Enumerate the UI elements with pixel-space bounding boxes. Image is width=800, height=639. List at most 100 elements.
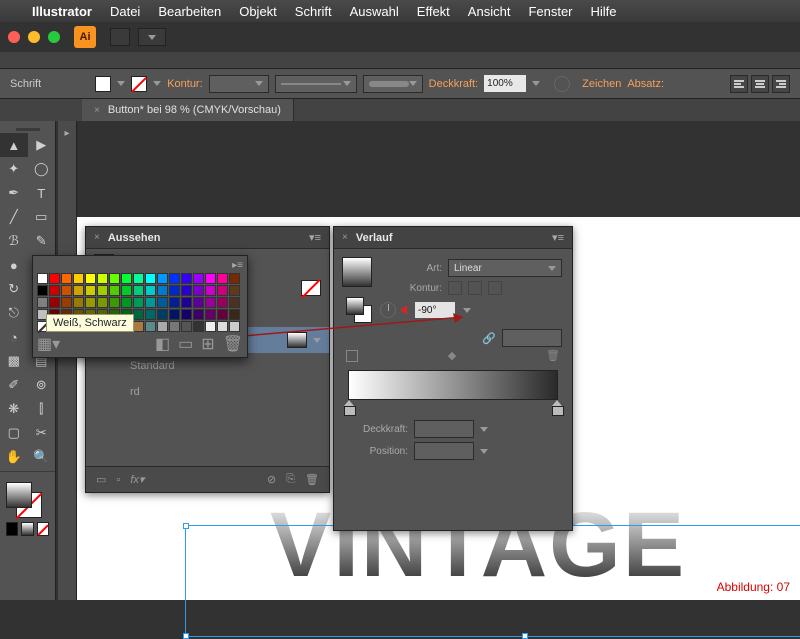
flaeche-swatch[interactable]	[287, 332, 307, 348]
swatch-cell[interactable]	[97, 297, 108, 308]
swatch-cell[interactable]	[157, 309, 168, 320]
swatch-cell[interactable]	[229, 297, 240, 308]
panel-menu-icon-2[interactable]: ▾≡	[552, 231, 564, 244]
swatch-cell[interactable]	[109, 273, 120, 284]
swatch-cell[interactable]	[193, 285, 204, 296]
slice-tool[interactable]: ✂	[28, 421, 56, 445]
swatch-cell[interactable]	[37, 285, 48, 296]
swatch-cell[interactable]	[37, 273, 48, 284]
new-group-button[interactable]: ▭	[178, 334, 193, 354]
align-center-button[interactable]	[751, 75, 769, 93]
new-swatch-button[interactable]: ⊞	[201, 334, 214, 354]
stroke-grad-btn-1[interactable]	[448, 281, 462, 295]
aspect-lock-icon[interactable]: 🔗	[482, 332, 496, 345]
delete-stop-button[interactable]: 🗑	[546, 349, 560, 362]
reverse-gradient-button[interactable]	[346, 350, 358, 362]
swatch-cell[interactable]	[133, 321, 144, 332]
swatch-cell[interactable]	[181, 273, 192, 284]
swatch-cell[interactable]	[193, 273, 204, 284]
zeichen-link[interactable]: Zeichen	[582, 78, 621, 90]
grad-opacity-input[interactable]	[414, 420, 474, 438]
swatch-cell[interactable]	[85, 285, 96, 296]
menu-bearbeiten[interactable]: Bearbeiten	[158, 4, 221, 19]
sel-handle-sw[interactable]	[183, 633, 189, 639]
artboard-tool[interactable]: ▢	[0, 421, 28, 445]
swatch-cell[interactable]	[169, 297, 180, 308]
swatch-cell[interactable]	[97, 285, 108, 296]
swatch-cell[interactable]	[37, 297, 48, 308]
grad-opacity-dd[interactable]	[480, 427, 488, 432]
stroke-dd-icon[interactable]	[153, 81, 161, 86]
swatch-cell[interactable]	[205, 309, 216, 320]
swatch-cell[interactable]	[169, 273, 180, 284]
close-button[interactable]	[8, 31, 20, 43]
lasso-tool[interactable]: ◯	[28, 157, 56, 181]
swatch-cell[interactable]	[181, 285, 192, 296]
gradient-stop-2[interactable]	[552, 400, 562, 412]
swatch-cell[interactable]	[217, 273, 228, 284]
swatch-cell[interactable]	[169, 321, 180, 332]
swatch-cell[interactable]	[181, 321, 192, 332]
type-tool[interactable]: T	[28, 181, 56, 205]
swatch-cell[interactable]	[49, 297, 60, 308]
selection-bounding-box[interactable]	[185, 525, 800, 637]
swatch-cell[interactable]	[133, 297, 144, 308]
kontur-swatch[interactable]	[301, 280, 321, 296]
align-right-button[interactable]	[772, 75, 790, 93]
delete-button[interactable]: 🗑	[305, 473, 319, 486]
layout-dropdown[interactable]	[138, 28, 166, 46]
swatch-cell[interactable]	[61, 285, 72, 296]
swatch-cell[interactable]	[85, 273, 96, 284]
swatch-cell[interactable]	[229, 309, 240, 320]
appearance-panel-header[interactable]: × Aussehen ▾≡	[86, 227, 329, 249]
swatch-cell[interactable]	[217, 309, 228, 320]
grad-position-dd[interactable]	[480, 449, 488, 454]
swatch-cell[interactable]	[61, 273, 72, 284]
recolor-button[interactable]	[554, 76, 570, 92]
duplicate-button[interactable]: ⎘	[286, 473, 295, 486]
symbol-spray-tool[interactable]: ❋	[0, 397, 28, 421]
menu-datei[interactable]: Datei	[110, 4, 140, 19]
gradient-mode-btn[interactable]	[21, 522, 33, 536]
swatch-cell[interactable]	[121, 273, 132, 284]
rotate-tool[interactable]: ↻	[0, 277, 28, 301]
swatch-cell[interactable]	[229, 321, 240, 332]
swatch-cell[interactable]	[229, 273, 240, 284]
grad-fill-swatch[interactable]	[346, 297, 364, 315]
swatch-cell[interactable]	[73, 273, 84, 284]
menu-objekt[interactable]: Objekt	[239, 4, 277, 19]
zoom-button[interactable]	[48, 31, 60, 43]
menu-ansicht[interactable]: Ansicht	[468, 4, 511, 19]
menu-schrift[interactable]: Schrift	[295, 4, 332, 19]
swatch-cell[interactable]	[133, 309, 144, 320]
rectangle-tool[interactable]: ▭	[28, 205, 56, 229]
swatch-cell[interactable]	[157, 321, 168, 332]
fill-dd-icon[interactable]	[117, 81, 125, 86]
width-tool[interactable]: ⎋	[0, 301, 28, 325]
panel-menu-icon[interactable]: ▾≡	[309, 231, 321, 244]
gradient-type-dropdown[interactable]: Linear	[448, 259, 562, 277]
hand-tool[interactable]: ✋	[0, 445, 28, 469]
swatch-cell[interactable]	[145, 297, 156, 308]
swatch-cell[interactable]	[217, 297, 228, 308]
direct-select-tool[interactable]: ▶	[28, 133, 56, 157]
swatch-cell[interactable]	[109, 297, 120, 308]
align-left-button[interactable]	[730, 75, 748, 93]
opacity-input[interactable]: 100%	[484, 75, 526, 92]
swatch-cell[interactable]	[193, 297, 204, 308]
deckkraft-label[interactable]: Deckkraft:	[429, 78, 479, 90]
none-mode-btn[interactable]	[37, 522, 49, 536]
swatch-cell[interactable]	[157, 273, 168, 284]
dock-chevron-icon[interactable]: ▸	[58, 121, 76, 145]
midpoint-icon[interactable]: ◆	[358, 349, 546, 362]
brush-tool[interactable]: ℬ	[0, 229, 28, 253]
menu-effekt[interactable]: Effekt	[417, 4, 450, 19]
stroke-weight-dd[interactable]	[209, 75, 269, 93]
clear-button[interactable]: ⊘	[267, 473, 276, 486]
zoom-tool[interactable]: 🔍	[28, 445, 56, 469]
app-name[interactable]: Illustrator	[32, 4, 92, 19]
swatch-cell[interactable]	[73, 285, 84, 296]
swatch-cell[interactable]	[73, 297, 84, 308]
fill-color-swatch[interactable]	[6, 482, 32, 508]
blend-tool[interactable]: ⊚	[28, 373, 56, 397]
